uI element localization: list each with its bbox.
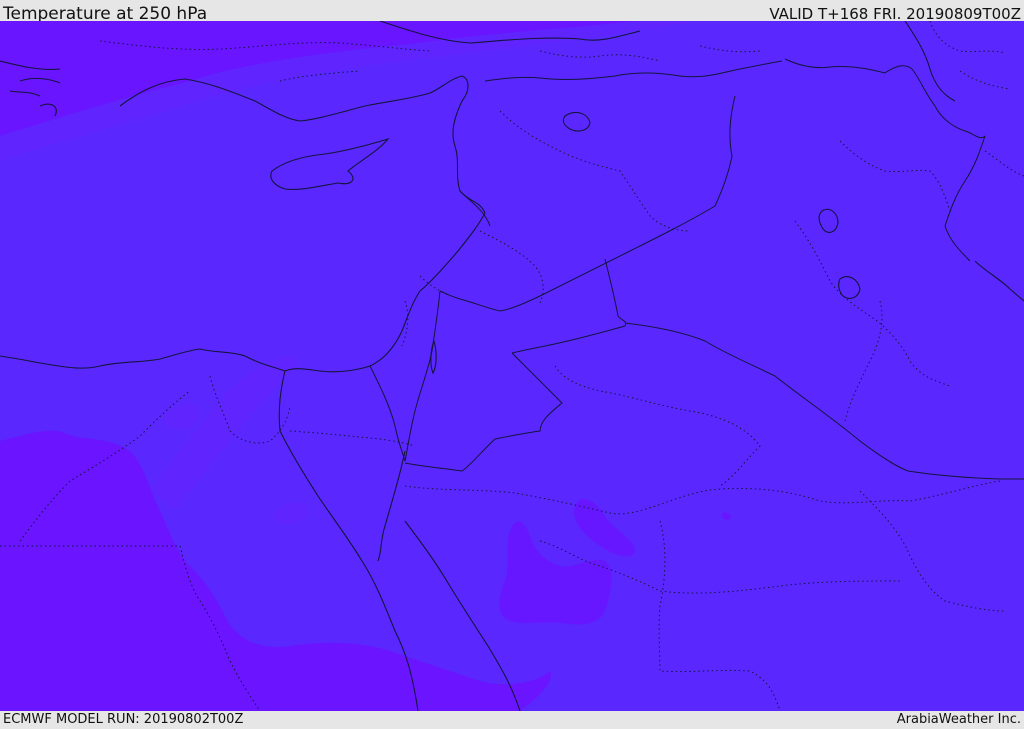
model-run-label: ECMWF MODEL RUN: 20190802T00Z [3,712,244,727]
map-canvas [0,21,1024,711]
header-bar: Temperature at 250 hPa VALID T+168 FRI. … [0,0,1024,24]
weather-map [0,21,1024,711]
footer-bar: ECMWF MODEL RUN: 20190802T00Z ArabiaWeat… [0,711,1024,729]
credit-label: ArabiaWeather Inc. [896,712,1021,727]
